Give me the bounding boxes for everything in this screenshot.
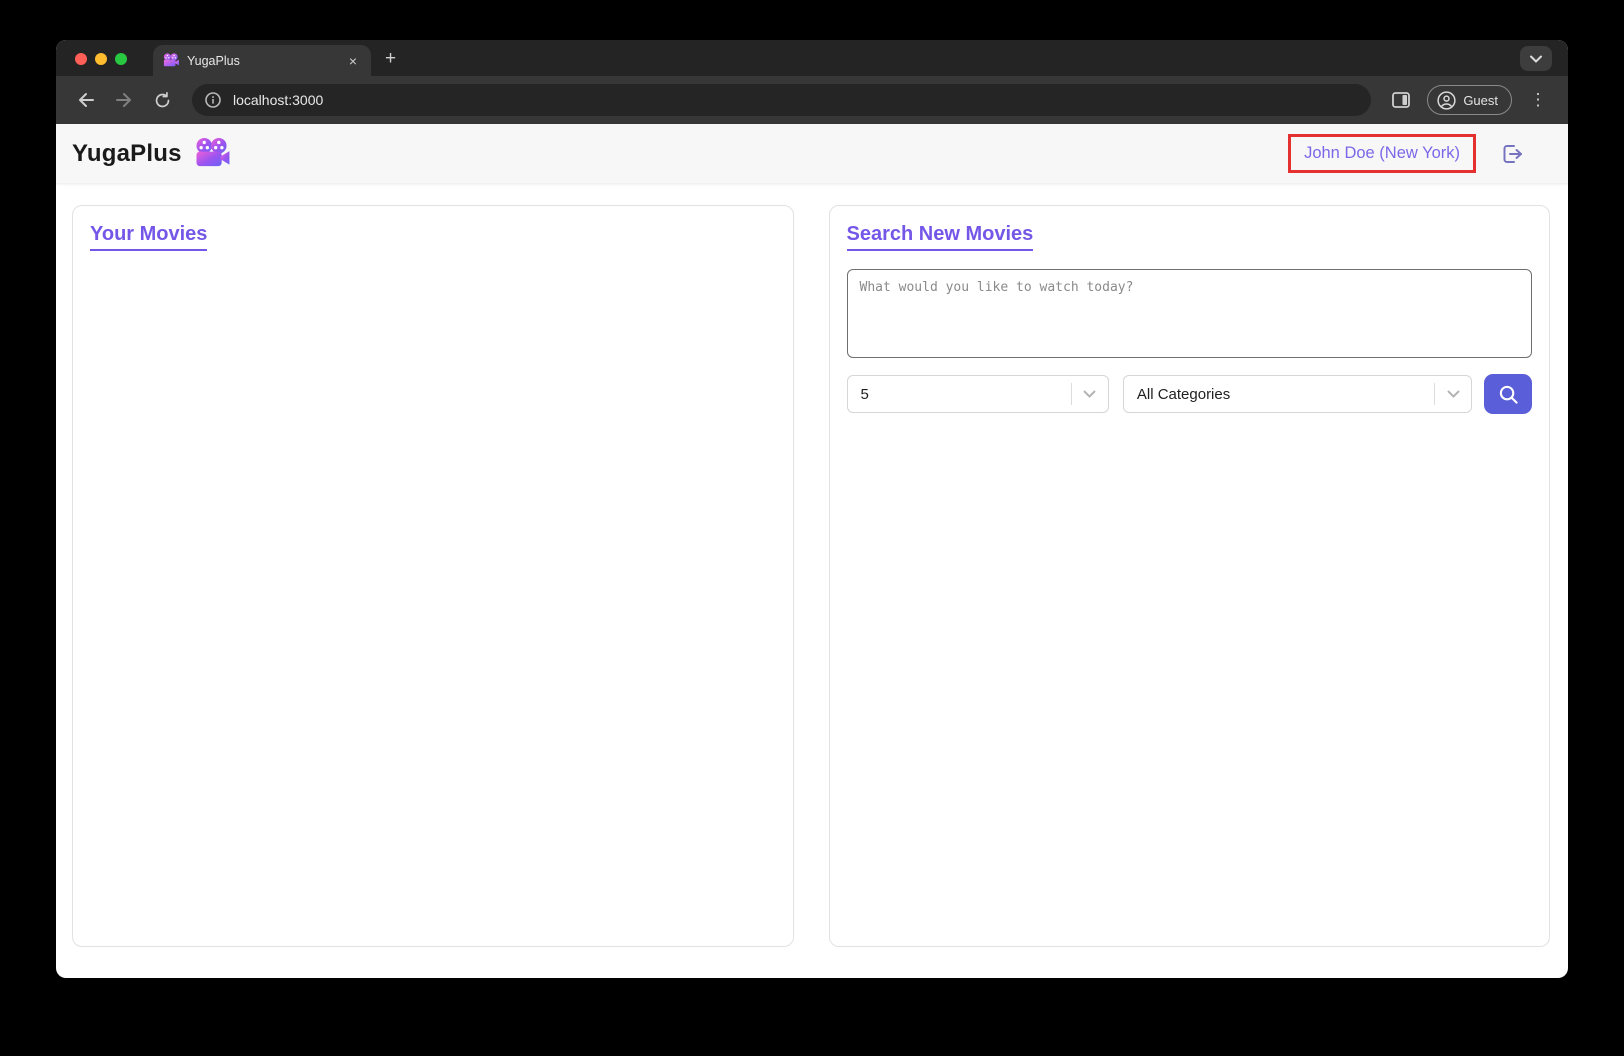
chevron-down-icon[interactable]	[1435, 390, 1471, 398]
profile-label: Guest	[1463, 93, 1498, 108]
site-info-icon[interactable]	[202, 89, 224, 111]
header-actions: John Doe (New York)	[1288, 134, 1524, 173]
browser-tab[interactable]: YugaPlus ×	[153, 45, 371, 76]
url-text[interactable]: localhost:3000	[233, 92, 323, 108]
reload-icon[interactable]	[146, 84, 178, 116]
close-window-button[interactable]	[75, 53, 87, 65]
category-select[interactable]: All Categories	[1123, 375, 1472, 413]
browser-menu-kebab-icon[interactable]: ⋮	[1522, 84, 1554, 116]
search-button[interactable]	[1484, 374, 1532, 414]
zoom-window-button[interactable]	[115, 53, 127, 65]
tab-close-icon[interactable]: ×	[345, 52, 361, 70]
movie-camera-logo-icon	[194, 138, 230, 169]
tab-search-chevron-down-icon[interactable]	[1520, 46, 1552, 71]
magnifier-icon	[1498, 384, 1519, 405]
chevron-down-icon[interactable]	[1072, 390, 1108, 398]
window-controls	[56, 53, 127, 76]
browser-window: YugaPlus × + localhost:3000 Guest	[56, 40, 1568, 978]
app-title: YugaPlus	[72, 140, 182, 168]
app-header: YugaPlus John Doe (New York)	[56, 124, 1568, 183]
tab-favicon-movie-camera-icon	[163, 53, 179, 68]
minimize-window-button[interactable]	[95, 53, 107, 65]
results-count-select[interactable]: 5	[847, 375, 1109, 413]
profile-button[interactable]: Guest	[1427, 85, 1512, 115]
search-controls: 5 All Categories	[847, 374, 1533, 414]
browser-toolbar: localhost:3000 Guest ⋮	[56, 76, 1568, 124]
side-panel-icon[interactable]	[1385, 84, 1417, 116]
logout-icon[interactable]	[1500, 142, 1524, 166]
new-tab-button[interactable]: +	[371, 48, 408, 78]
annotation-highlight-box: John Doe (New York)	[1288, 134, 1476, 173]
forward-icon[interactable]	[108, 84, 140, 116]
your-movies-panel: Your Movies	[72, 205, 794, 947]
tab-strip: YugaPlus × +	[56, 40, 1568, 76]
search-movies-panel: Search New Movies 5 All Categories	[829, 205, 1551, 947]
address-bar[interactable]: localhost:3000	[192, 84, 1371, 116]
results-count-value: 5	[848, 386, 1071, 403]
back-icon[interactable]	[70, 84, 102, 116]
category-value: All Categories	[1124, 386, 1434, 403]
person-icon	[1437, 91, 1456, 110]
search-movies-heading: Search New Movies	[847, 223, 1034, 251]
user-profile-link[interactable]: John Doe (New York)	[1304, 144, 1460, 162]
main-content: Your Movies Search New Movies 5 All Cate…	[56, 183, 1568, 947]
search-prompt-textarea[interactable]	[847, 269, 1533, 358]
your-movies-heading: Your Movies	[90, 223, 207, 251]
tab-title: YugaPlus	[187, 54, 345, 68]
